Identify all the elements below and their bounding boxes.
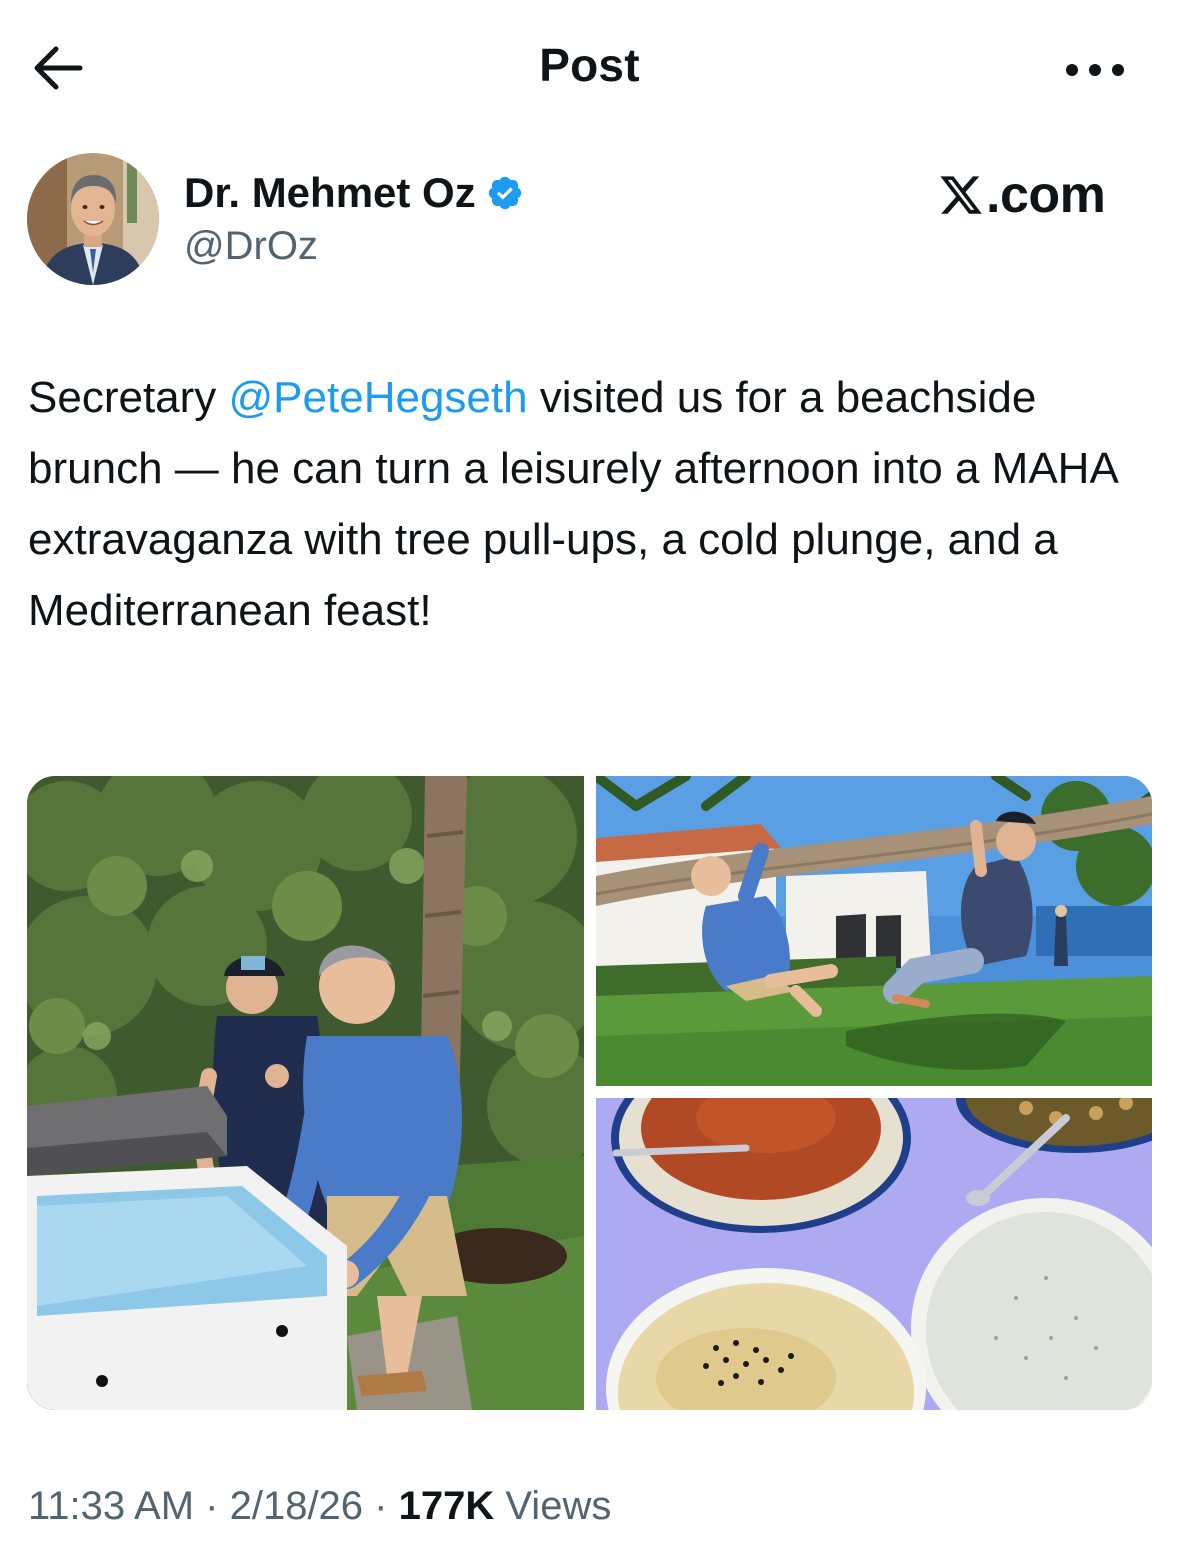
photo-mediterranean-feast[interactable] — [596, 1098, 1152, 1410]
post-time: 11:33 AM — [28, 1484, 195, 1528]
more-horizontal-icon — [1066, 64, 1124, 76]
mention-link[interactable]: @PeteHegseth — [229, 373, 528, 422]
post-page: Post Dr. Mehmet Oz @DrOz .com Secretary … — [0, 0, 1179, 1565]
post-body: Secretary @PeteHegseth visited us for a … — [28, 362, 1148, 646]
author-handle[interactable]: @DrOz — [184, 224, 318, 269]
post-meta: 11:33 AM · 2/18/26 · 177K Views — [28, 1484, 611, 1529]
media-grid — [27, 776, 1152, 1410]
views-label: Views — [494, 1484, 612, 1528]
post-text-start: Secretary — [28, 373, 229, 422]
author-name[interactable]: Dr. Mehmet Oz — [184, 169, 476, 217]
author-avatar[interactable] — [27, 153, 159, 285]
top-bar: Post — [0, 0, 1179, 135]
page-title: Post — [539, 39, 640, 91]
verified-badge-icon — [488, 176, 521, 210]
meta-separator: · — [363, 1484, 399, 1528]
author-name-row: Dr. Mehmet Oz — [184, 168, 524, 218]
x-logo-icon — [940, 176, 982, 214]
views-count[interactable]: 177K — [399, 1484, 495, 1528]
photo-tree-pullups[interactable] — [596, 776, 1152, 1086]
x-com-text: .com — [986, 166, 1106, 224]
more-options-button[interactable] — [1062, 55, 1128, 85]
photo-cold-plunge[interactable] — [27, 776, 584, 1410]
post-date: 2/18/26 — [229, 1484, 364, 1528]
x-com-watermark: .com — [938, 164, 1106, 226]
meta-separator: · — [194, 1484, 230, 1528]
